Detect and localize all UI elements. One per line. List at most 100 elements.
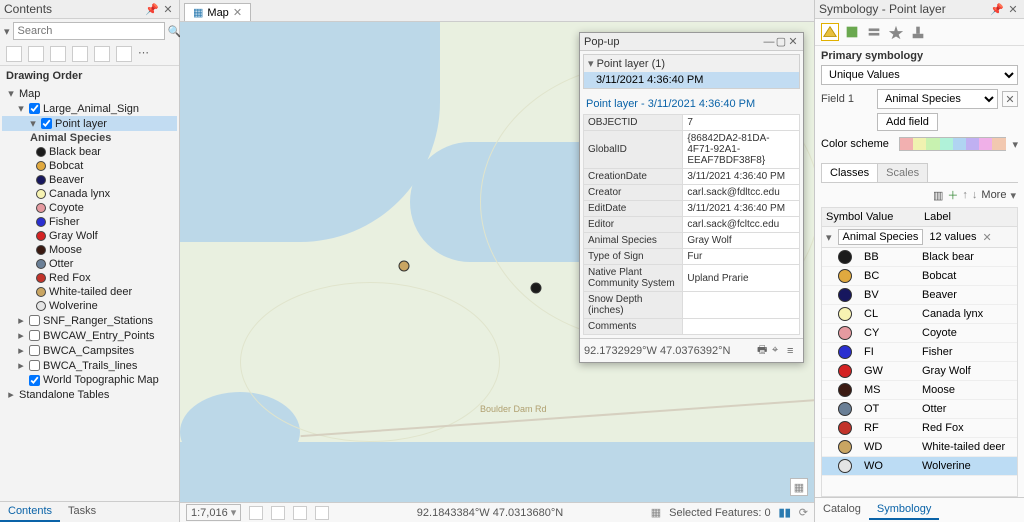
- value-code[interactable]: CL: [864, 308, 922, 320]
- symbol-swatch-icon[interactable]: [838, 459, 852, 473]
- symbol-swatch-icon[interactable]: [838, 307, 852, 321]
- pin-icon[interactable]: 📌: [990, 2, 1004, 16]
- symbol-swatch-icon[interactable]: [838, 364, 852, 378]
- value-row[interactable]: BBBlack bear: [822, 248, 1017, 267]
- tab-contents[interactable]: Contents: [0, 502, 60, 522]
- close-icon[interactable]: ✕: [1006, 2, 1020, 16]
- value-code[interactable]: RF: [864, 422, 922, 434]
- standalone-tables[interactable]: ▸Standalone Tables: [2, 387, 177, 402]
- value-label[interactable]: Black bear: [922, 251, 1013, 263]
- close-icon[interactable]: ✕: [161, 2, 175, 16]
- status-tool-icon[interactable]: [293, 506, 307, 520]
- field1-select[interactable]: Animal Species: [877, 89, 998, 109]
- popup-list-header[interactable]: ▾ Point layer (1): [584, 55, 799, 72]
- species-item[interactable]: Canada lynx: [2, 187, 177, 201]
- contents-search-input[interactable]: [13, 22, 165, 40]
- layer-checkbox[interactable]: [29, 315, 40, 326]
- value-label[interactable]: Coyote: [922, 327, 1013, 339]
- value-row[interactable]: GWGray Wolf: [822, 362, 1017, 381]
- list-by-editing-icon[interactable]: [72, 46, 88, 62]
- layer-checkbox[interactable]: [29, 103, 40, 114]
- tab-symbology[interactable]: Symbology: [869, 500, 939, 520]
- value-label[interactable]: Otter: [922, 403, 1013, 415]
- species-item[interactable]: Coyote: [2, 201, 177, 215]
- list-by-source-icon[interactable]: [28, 46, 44, 62]
- pin-icon[interactable]: 📌: [145, 2, 159, 16]
- value-row[interactable]: WOWolverine: [822, 457, 1017, 476]
- col-symbol[interactable]: Symbol: [822, 208, 862, 226]
- value-code[interactable]: FI: [864, 346, 922, 358]
- print-icon[interactable]: 🖶: [757, 341, 769, 360]
- value-code[interactable]: WO: [864, 460, 922, 472]
- more-menu[interactable]: More: [981, 189, 1006, 201]
- col-label[interactable]: Label: [920, 208, 1017, 226]
- value-row[interactable]: BCBobcat: [822, 267, 1017, 286]
- value-row[interactable]: MSMoose: [822, 381, 1017, 400]
- value-code[interactable]: CY: [864, 327, 922, 339]
- layer-checkbox[interactable]: [29, 345, 40, 356]
- tab-scales[interactable]: Scales: [877, 163, 928, 182]
- species-item[interactable]: Fisher: [2, 215, 177, 229]
- value-row[interactable]: CYCoyote: [822, 324, 1017, 343]
- zoom-to-icon[interactable]: ⌖: [772, 344, 784, 357]
- value-row[interactable]: BVBeaver: [822, 286, 1017, 305]
- structure-icon[interactable]: [909, 23, 927, 41]
- species-item[interactable]: Wolverine: [2, 299, 177, 313]
- filter-icon[interactable]: ▾: [4, 25, 10, 38]
- menu-icon[interactable]: ≡: [787, 345, 799, 357]
- layer-bwca-trails[interactable]: ▸BWCA_Trails_lines: [2, 358, 177, 373]
- values-group-header[interactable]: ▾ Animal Species 12 values ✕: [822, 227, 1017, 248]
- species-item[interactable]: White-tailed deer: [2, 285, 177, 299]
- value-code[interactable]: OT: [864, 403, 922, 415]
- symbol-swatch-icon[interactable]: [838, 250, 852, 264]
- symbol-swatch-icon[interactable]: [838, 288, 852, 302]
- map-canvas[interactable]: Boulder Dam Rd ▦ Pop-up — ▢ ✕ ▾ Point la…: [180, 22, 814, 502]
- species-item[interactable]: Gray Wolf: [2, 229, 177, 243]
- species-item[interactable]: Moose: [2, 243, 177, 257]
- selected-features[interactable]: Selected Features: 0: [669, 507, 771, 519]
- value-row[interactable]: CLCanada lynx: [822, 305, 1017, 324]
- symbol-swatch-icon[interactable]: [838, 421, 852, 435]
- tab-catalog[interactable]: Catalog: [815, 500, 869, 520]
- refresh-icon[interactable]: ⟳: [799, 506, 808, 519]
- tab-classes[interactable]: Classes: [821, 163, 878, 182]
- value-label[interactable]: Canada lynx: [922, 308, 1013, 320]
- maximize-icon[interactable]: ▢: [775, 35, 787, 48]
- value-label[interactable]: Beaver: [922, 289, 1013, 301]
- value-code[interactable]: WD: [864, 441, 922, 453]
- list-by-snapping-icon[interactable]: [94, 46, 110, 62]
- vary-by-attribute-icon[interactable]: [843, 23, 861, 41]
- species-item[interactable]: Black bear: [2, 145, 177, 159]
- layer-checkbox[interactable]: [29, 330, 40, 341]
- move-down-icon[interactable]: ↓: [972, 189, 978, 201]
- value-code[interactable]: MS: [864, 384, 922, 396]
- value-code[interactable]: BB: [864, 251, 922, 263]
- popup-feature-link[interactable]: Point layer - 3/11/2021 4:36:40 PM: [580, 92, 803, 114]
- tab-tasks[interactable]: Tasks: [60, 502, 104, 522]
- symbol-swatch-icon[interactable]: [838, 326, 852, 340]
- symbol-swatch-icon[interactable]: [838, 345, 852, 359]
- value-label[interactable]: White-tailed deer: [922, 441, 1013, 453]
- snap-icon[interactable]: ▦: [651, 506, 661, 519]
- layer-bwca-campsites[interactable]: ▸BWCA_Campsites: [2, 343, 177, 358]
- list-by-labeling-icon[interactable]: [116, 46, 132, 62]
- species-item[interactable]: Red Fox: [2, 271, 177, 285]
- list-by-drawing-order-icon[interactable]: [6, 46, 22, 62]
- symbol-swatch-icon[interactable]: [838, 440, 852, 454]
- tree-map-root[interactable]: ▾Map: [2, 86, 177, 101]
- layer-checkbox[interactable]: [41, 118, 52, 129]
- layer-bwcaw-entry[interactable]: ▸BWCAW_Entry_Points: [2, 328, 177, 343]
- expression-button[interactable]: ✕: [1002, 91, 1018, 107]
- primary-symbology-icon[interactable]: [821, 23, 839, 41]
- symbol-swatch-icon[interactable]: [838, 269, 852, 283]
- advanced-icon[interactable]: [887, 23, 905, 41]
- status-tool-icon[interactable]: [271, 506, 285, 520]
- layer-point-layer[interactable]: ▾Point layer: [2, 116, 177, 131]
- dropdown-icon[interactable]: ▾: [1012, 138, 1018, 151]
- layer-snf-ranger[interactable]: ▸SNF_Ranger_Stations: [2, 313, 177, 328]
- layer-checkbox[interactable]: [29, 360, 40, 371]
- value-label[interactable]: Wolverine: [922, 460, 1013, 472]
- symbol-layers-icon[interactable]: [865, 23, 883, 41]
- symbol-swatch-icon[interactable]: [838, 383, 852, 397]
- col-value[interactable]: Value: [862, 208, 920, 226]
